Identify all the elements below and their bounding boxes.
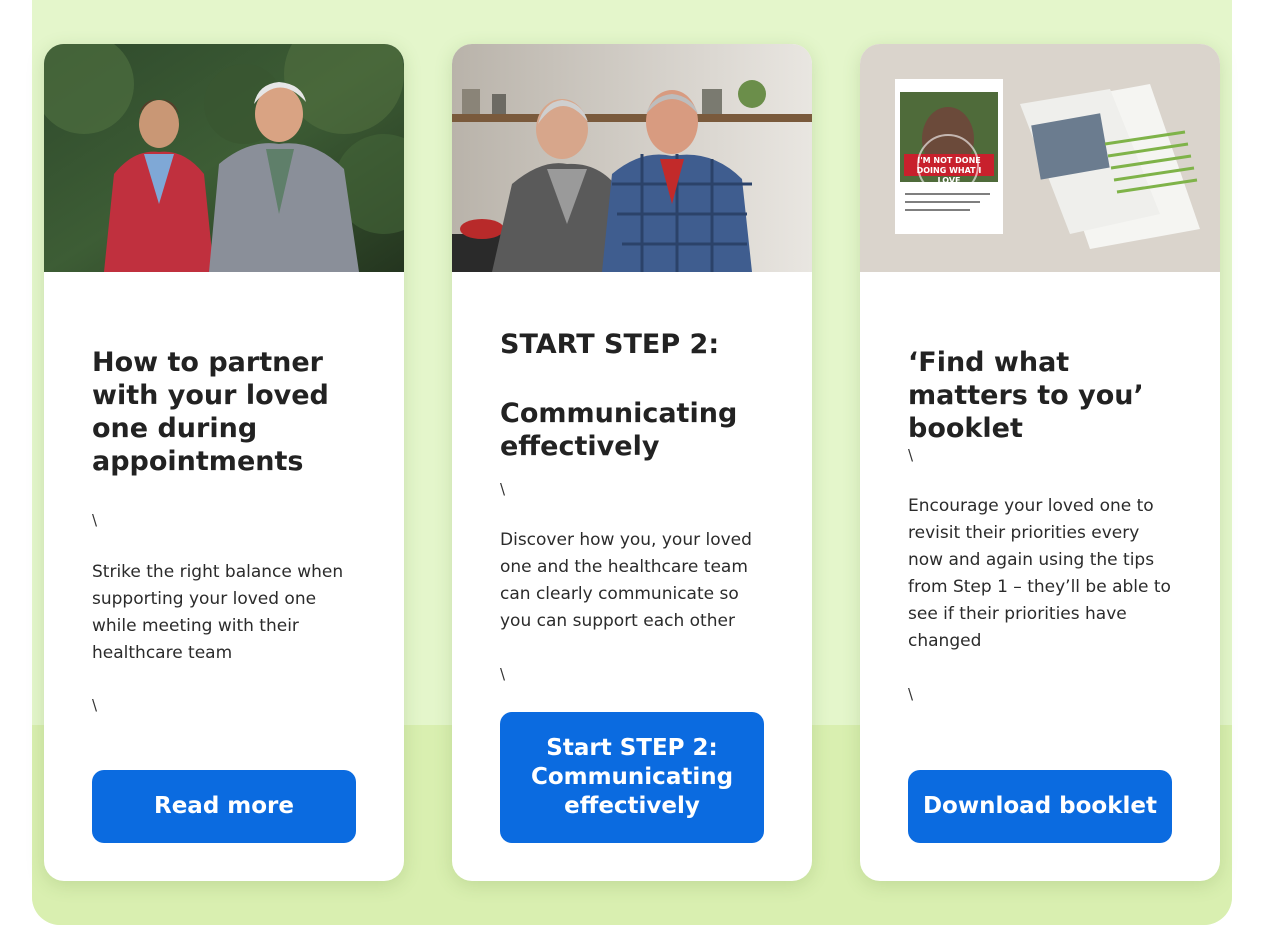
separator-mark: \: [908, 685, 914, 703]
card-booklet: I'M NOT DONE DOING WHAT I LOVE ‘Find wha…: [860, 44, 1220, 881]
separator-mark: \: [500, 665, 506, 683]
card-step-2: START STEP 2: Communicating effectively …: [452, 44, 812, 881]
separator-mark: \: [92, 696, 98, 714]
card-title: Communicating effectively: [500, 398, 738, 462]
separator-mark: \: [908, 446, 914, 464]
card-description: Discover how you, your loved one and the…: [500, 530, 752, 631]
download-booklet-button[interactable]: Download booklet: [908, 770, 1172, 843]
couple-kitchen-image: [452, 44, 812, 272]
start-step-2-button[interactable]: Start STEP 2: Communicating effectively: [500, 712, 764, 843]
booklet-image: I'M NOT DONE DOING WHAT I LOVE: [860, 44, 1220, 272]
separator-mark: \: [500, 480, 506, 498]
card-title-step: START STEP 2:: [500, 329, 720, 360]
read-more-button[interactable]: Read more: [92, 770, 356, 843]
couple-outdoors-image: [44, 44, 404, 272]
card-title: ‘Find what matters to you’ booklet: [908, 347, 1144, 444]
card-title: How to partner with your loved one durin…: [92, 347, 329, 477]
separator-mark: \: [92, 511, 98, 529]
card-description: Encourage your loved one to revisit thei…: [908, 496, 1171, 651]
card-description: Strike the right balance when supporting…: [92, 562, 344, 663]
card-partner-appointments: How to partner with your loved one durin…: [44, 44, 404, 881]
booklet-cover-title: I'M NOT DONE DOING WHAT I LOVE: [916, 156, 982, 185]
